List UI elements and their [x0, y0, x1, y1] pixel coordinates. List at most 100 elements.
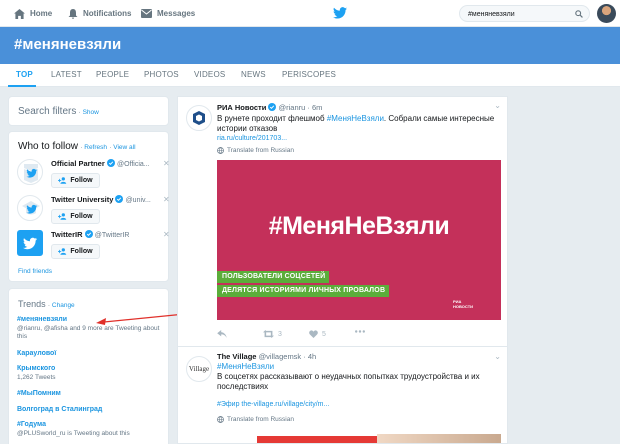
- dismiss-icon[interactable]: ✕: [163, 230, 170, 239]
- twitter-bird-icon: [24, 164, 38, 183]
- globe-icon: [217, 147, 224, 154]
- follow-button[interactable]: Follow: [51, 209, 100, 224]
- suggestion-item: Official Partner @Officia... ✕ Follow: [17, 159, 170, 191]
- trend-name[interactable]: #МыПомним: [17, 390, 167, 399]
- tweet-author-name[interactable]: The Village: [217, 352, 256, 361]
- translate-label: Translate from Russian: [227, 416, 294, 423]
- trend-name[interactable]: Волгоград в Сталинград: [17, 406, 167, 415]
- tweet-link[interactable]: ria.ru/culture/201703...: [217, 135, 287, 142]
- tab-people[interactable]: PEOPLE: [96, 70, 129, 79]
- suggestion-name[interactable]: Official Partner: [51, 159, 105, 168]
- tweet-author-handle[interactable]: @villagemsk: [259, 352, 302, 361]
- media-subtitle: ПОЛЬЗОВАТЕЛИ СОЦСЕТЕЙ: [217, 271, 330, 283]
- suggestion-handle: @Officia...: [116, 161, 150, 168]
- media-headline: #МеняНеВзяли: [268, 212, 450, 240]
- trend-item[interactable]: Караулової: [17, 350, 167, 359]
- tweet-stream: РИА Новости @rianru · 6m ⌄ В рунете прох…: [177, 96, 508, 444]
- trend-item[interactable]: #МыПомним: [17, 390, 167, 399]
- tweet-hashtag[interactable]: #МеняНеВзяли: [217, 362, 274, 371]
- tweet[interactable]: РИА Новости @rianru · 6m ⌄ В рунете прох…: [178, 97, 507, 347]
- trend-item[interactable]: Крымского 1,262 Tweets: [17, 365, 167, 382]
- trend-name[interactable]: #Годума: [17, 421, 167, 430]
- tab-photos[interactable]: PHOTOS: [144, 70, 179, 79]
- tweet-link[interactable]: #Эфир the-village.ru/village/city/m...: [217, 401, 329, 408]
- tab-latest[interactable]: LATEST: [51, 70, 82, 79]
- translate-link[interactable]: Translate from Russian: [217, 147, 294, 154]
- active-tab-indicator: [8, 85, 36, 87]
- translate-label: Translate from Russian: [227, 147, 294, 154]
- chevron-down-icon[interactable]: ⌄: [494, 352, 501, 361]
- chevron-down-icon[interactable]: ⌄: [494, 101, 501, 110]
- retweet-button[interactable]: 3: [263, 330, 282, 338]
- tweet-media-image[interactable]: #МеняНеВзяли ПОЛЬЗОВАТЕЛИ СОЦСЕТЕЙ ДЕЛЯТ…: [217, 160, 501, 320]
- tab-videos[interactable]: VIDEOS: [194, 70, 225, 79]
- trend-name[interactable]: Караулової: [17, 350, 167, 359]
- follow-button-label: Follow: [70, 177, 93, 184]
- hashtag-banner: #меняневзяли: [0, 27, 620, 64]
- tweet-hashtag[interactable]: #МеняНеВзяли: [327, 114, 384, 123]
- nav-notifications-label: Notifications: [83, 9, 132, 18]
- verified-icon: [106, 159, 115, 167]
- tweet-timestamp[interactable]: 4h: [308, 352, 316, 361]
- suggestion-avatar[interactable]: [17, 159, 43, 185]
- twitter-bird-icon: [22, 201, 40, 215]
- search-input[interactable]: [468, 8, 568, 20]
- tab-top[interactable]: TOP: [16, 70, 33, 79]
- verified-icon: [268, 103, 277, 111]
- tweet[interactable]: Village The Village @villagemsk · 4h ⌄ #…: [178, 348, 507, 443]
- trend-meta: 1,262 Tweets: [17, 373, 56, 381]
- view-all-link[interactable]: View all: [113, 144, 135, 151]
- trends-change-link[interactable]: Change: [52, 302, 75, 309]
- tweet-author-name[interactable]: РИА Новости: [217, 103, 266, 112]
- translate-link[interactable]: Translate from Russian: [217, 416, 294, 423]
- tweet-header: РИА Новости @rianru · 6m: [217, 103, 323, 112]
- follow-button-label: Follow: [70, 248, 93, 255]
- top-navigation-bar: Home Notifications Messages: [0, 0, 620, 27]
- twitter-bird-icon[interactable]: [333, 7, 347, 19]
- like-button[interactable]: 5: [309, 330, 326, 338]
- globe-icon: [217, 416, 224, 423]
- tab-news[interactable]: NEWS: [241, 70, 266, 79]
- suggestion-avatar[interactable]: [17, 195, 43, 221]
- suggestion-avatar[interactable]: [17, 230, 43, 256]
- tweet-avatar[interactable]: [186, 105, 212, 131]
- twitter-bird-icon: [23, 237, 37, 250]
- nav-messages[interactable]: Messages: [141, 0, 195, 27]
- nav-home[interactable]: Home: [14, 0, 52, 27]
- suggestion-handle: @TwitterIR: [94, 232, 130, 239]
- find-friends-link[interactable]: Find friends: [18, 268, 52, 275]
- suggestion-name[interactable]: Twitter University: [51, 195, 113, 204]
- trend-item[interactable]: Волгоград в Сталинград: [17, 406, 167, 415]
- like-count: 5: [322, 330, 326, 338]
- search-filters-card: Search filters · Show: [8, 96, 169, 126]
- reply-button[interactable]: [217, 330, 227, 338]
- follow-button-label: Follow: [70, 213, 93, 220]
- tweet-author-handle[interactable]: @rianru: [279, 103, 306, 112]
- follow-button[interactable]: Follow: [51, 244, 100, 259]
- trend-item[interactable]: #Годума @PLUSworld_ru is Tweeting about …: [17, 421, 167, 438]
- nav-messages-label: Messages: [157, 9, 196, 18]
- tweet-media-image[interactable]: [217, 428, 501, 443]
- dismiss-icon[interactable]: ✕: [163, 195, 170, 204]
- tab-periscopes[interactable]: PERISCOPES: [282, 70, 336, 79]
- media-photo: [377, 434, 501, 443]
- media-red-block: [257, 436, 377, 443]
- dismiss-icon[interactable]: ✕: [163, 159, 170, 168]
- search-filters-show-link[interactable]: Show: [83, 109, 99, 116]
- more-button[interactable]: [355, 330, 365, 333]
- who-to-follow-card: Who to follow · Refresh · View all Offic…: [8, 131, 170, 282]
- media-subtitle: ДЕЛЯТСЯ ИСТОРИЯМИ ЛИЧНЫХ ПРОВАЛОВ: [217, 285, 390, 297]
- suggestion-name[interactable]: TwitterIR: [51, 230, 83, 239]
- tweet-avatar[interactable]: Village: [186, 356, 212, 382]
- search-filters-title: Search filters: [18, 106, 77, 117]
- suggestion-handle: @univ...: [125, 197, 151, 204]
- search-icon[interactable]: [575, 10, 583, 18]
- nav-notifications[interactable]: Notifications: [68, 0, 131, 27]
- ria-logo-icon: [193, 111, 205, 125]
- follow-button[interactable]: Follow: [51, 173, 100, 188]
- add-user-icon: [58, 177, 67, 184]
- user-avatar[interactable]: [597, 4, 616, 23]
- trend-name[interactable]: Крымского: [17, 365, 167, 374]
- refresh-link[interactable]: Refresh: [84, 144, 107, 151]
- tweet-timestamp[interactable]: 6m: [312, 103, 322, 112]
